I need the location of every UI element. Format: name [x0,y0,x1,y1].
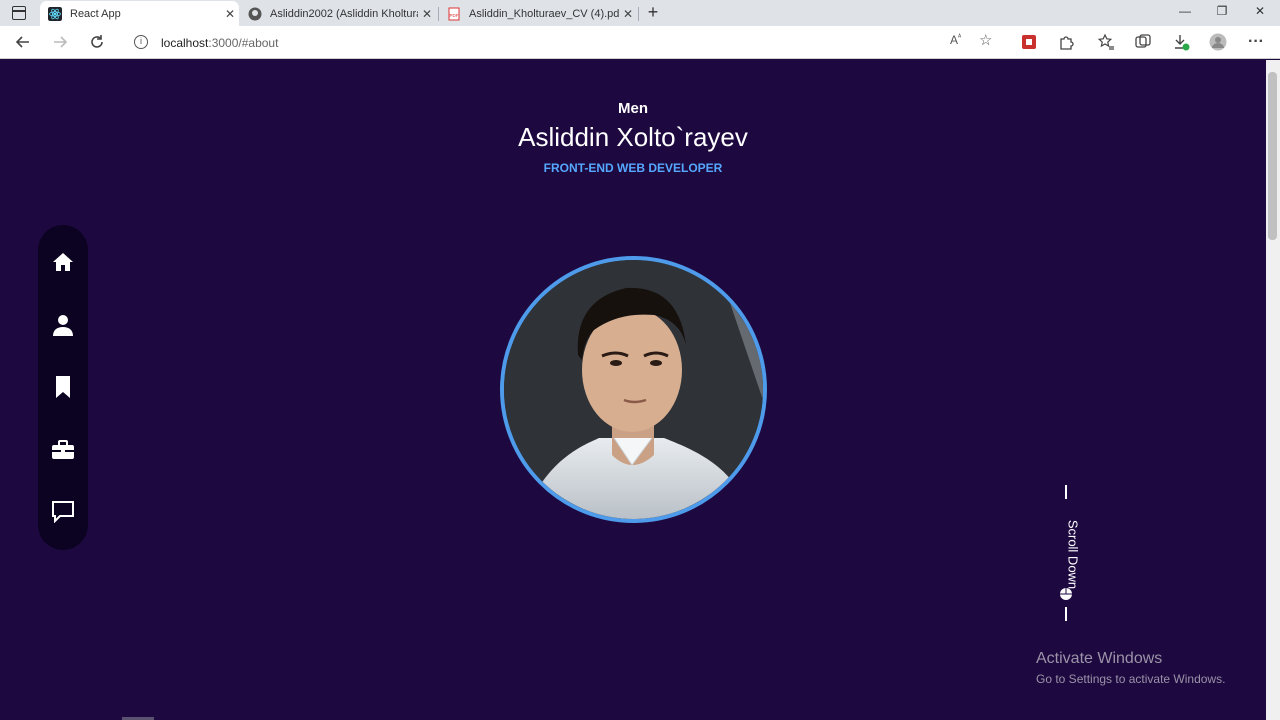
role-subtitle: FRONT-END WEB DEVELOPER [543,161,723,175]
close-window-button[interactable]: ✕ [1250,4,1270,18]
scroll-down-link[interactable]: Scroll Down [1059,485,1085,625]
avatar [500,256,767,523]
nav-portfolio[interactable] [43,430,83,470]
nav-about[interactable] [43,305,83,345]
new-tab-button[interactable]: + [644,2,662,23]
home-icon [53,253,73,271]
tab-title: Asliddin_Kholturaev_CV (4).pdf [469,7,619,20]
briefcase-icon [52,440,74,459]
profile-avatar-icon[interactable] [1209,33,1227,51]
info-icon[interactable]: i [134,35,148,49]
back-button[interactable] [12,31,34,53]
nav-contact[interactable] [43,492,83,532]
read-aloud-icon[interactable]: Aᴬ [950,33,961,47]
minimize-button[interactable]: — [1175,4,1195,18]
page-title: Asliddin Xolto`rayev [518,122,748,152]
close-tab-icon[interactable]: ✕ [221,7,239,21]
nav-bookmarks[interactable] [43,367,83,407]
divider [1065,607,1067,621]
refresh-icon [91,35,103,48]
more-menu-icon[interactable]: ··· [1245,31,1267,53]
tab-github[interactable]: Asliddin2002 (Asliddin Kholturaev) ✕ [240,1,436,26]
hero-header: Men Asliddin Xolto`rayev FRONT-END WEB D… [0,100,1266,175]
window-menu-icon[interactable] [12,6,26,20]
github-icon [248,7,262,20]
scrollbar-thumb[interactable] [1268,72,1277,240]
watermark-subtitle: Go to Settings to activate Windows. [1036,672,1226,686]
message-icon [52,501,74,523]
address-bar[interactable]: i localhost:3000/#about Aᴬ ☆ [120,29,1005,56]
restore-button[interactable]: ❐ [1212,4,1232,18]
greeting-text: Men [618,100,648,117]
refresh-button[interactable] [86,31,108,53]
pdf-icon: PDF [448,7,460,20]
tab-strip: React App ✕ Asliddin2002 (Asliddin Kholt… [0,0,1280,26]
close-tab-icon[interactable]: ✕ [619,7,637,21]
extension-icon[interactable] [1020,33,1038,51]
favorites-icon[interactable] [1097,33,1115,51]
favorite-star-icon[interactable]: ☆ [979,31,992,49]
tab-title: Asliddin2002 (Asliddin Kholturaev) [270,7,418,20]
url-host: localhost [161,36,209,50]
watermark-title: Activate Windows [1036,650,1163,667]
bookmark-icon [56,376,70,398]
user-icon [53,315,73,336]
activate-windows-watermark: Activate Windows Go to Settings to activ… [1036,650,1225,686]
scroll-down-label: Scroll Down [1065,519,1081,590]
url-path: :3000/#about [208,36,279,50]
react-icon [48,6,62,21]
tab-separator [638,7,639,21]
divider [1065,485,1067,499]
arrow-left-icon [15,36,29,48]
portrait-image [504,260,763,519]
tab-title: React App [70,7,121,20]
nav-home[interactable] [43,242,83,282]
url-text: localhost:3000/#about [161,36,278,50]
downloads-icon[interactable] [1172,33,1190,51]
collections-icon[interactable] [1134,33,1152,51]
forward-button[interactable] [49,31,71,53]
side-navigation [38,225,88,550]
arrow-right-icon [54,36,68,48]
browser-toolbar: i localhost:3000/#about Aᴬ ☆ ··· [0,26,1280,59]
puzzle-icon[interactable] [1057,33,1075,51]
tab-pdf[interactable]: PDF Asliddin_Kholturaev_CV (4).pdf ✕ [439,1,637,26]
mouse-icon [1060,588,1072,600]
close-tab-icon[interactable]: ✕ [418,7,436,21]
svg-text:PDF: PDF [450,13,459,18]
tab-react-app[interactable]: React App ✕ [40,1,239,26]
